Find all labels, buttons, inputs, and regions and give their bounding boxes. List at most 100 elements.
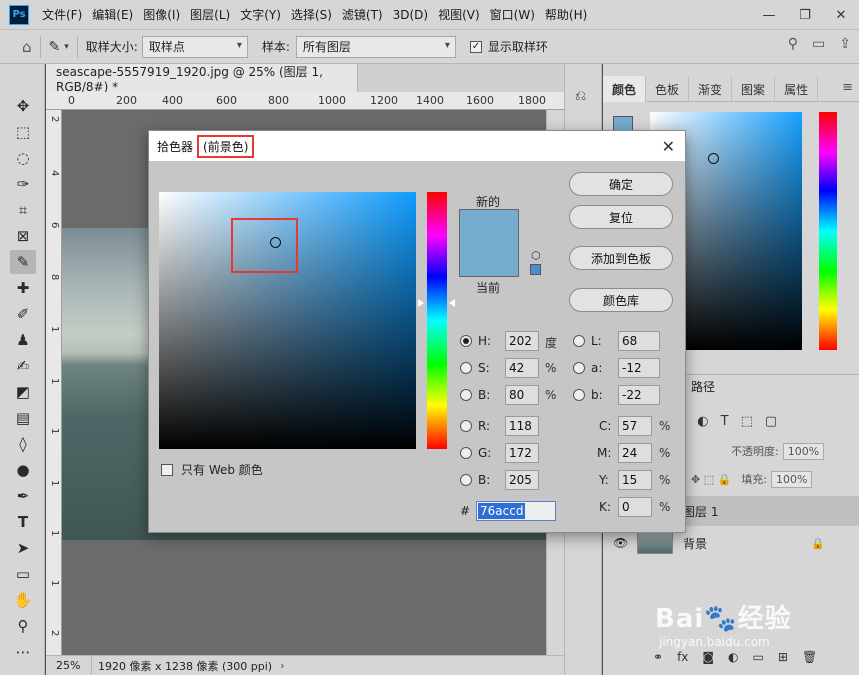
web-colors-checkbox[interactable] xyxy=(161,463,173,476)
gradient-tool-icon[interactable]: ▤ xyxy=(10,406,36,430)
workspace-icon[interactable]: ▭ xyxy=(812,36,825,52)
tab-patterns[interactable]: 图案 xyxy=(732,76,776,102)
restore-icon[interactable]: ❐ xyxy=(787,0,823,30)
type-tool-icon[interactable]: T xyxy=(10,510,36,534)
hue-radio[interactable] xyxy=(460,335,472,347)
trash-icon[interactable]: 🗑 xyxy=(802,650,817,664)
minimize-icon[interactable]: — xyxy=(751,0,787,30)
menu-image[interactable]: 图像(I) xyxy=(138,6,185,23)
zoom-tool-icon[interactable]: ⚲ xyxy=(10,614,36,638)
chevron-right-icon[interactable]: › xyxy=(280,659,284,672)
menu-type[interactable]: 文字(Y) xyxy=(235,6,286,23)
sample-size-select[interactable]: 取样点 ▾ xyxy=(141,35,248,58)
fill-value[interactable]: 100% xyxy=(771,470,813,488)
ok-button[interactable]: 确定 xyxy=(569,172,673,196)
path-select-tool-icon[interactable]: ➤ xyxy=(10,536,36,560)
yellow-input[interactable]: 15 xyxy=(618,470,652,490)
show-ring-checkbox[interactable]: ✓ xyxy=(469,40,482,53)
history-brush-icon[interactable]: ✍ xyxy=(10,354,36,378)
menu-layer[interactable]: 图层(L) xyxy=(185,6,235,23)
red-radio[interactable] xyxy=(460,420,472,432)
tab-swatches[interactable]: 色板 xyxy=(646,76,690,102)
fx-icon[interactable]: fx xyxy=(677,650,688,664)
menu-view[interactable]: 视图(V) xyxy=(433,6,485,23)
move-tool-icon[interactable]: ✥ xyxy=(10,94,36,118)
hex-input[interactable]: 76accd xyxy=(476,501,556,521)
green-input[interactable]: 172 xyxy=(505,443,539,463)
color-libraries-button[interactable]: 颜色库 xyxy=(569,288,673,312)
blur-tool-icon[interactable]: ◊ xyxy=(10,432,36,456)
dodge-tool-icon[interactable]: ● xyxy=(10,458,36,482)
brightness-input[interactable]: 80 xyxy=(505,385,539,405)
stamp-tool-icon[interactable]: ♟ xyxy=(10,328,36,352)
lab-b-input[interactable]: -22 xyxy=(618,385,660,405)
web-colors-option[interactable]: 只有 Web 颜色 xyxy=(161,461,263,478)
group-folder-icon[interactable]: ▭ xyxy=(753,650,764,664)
lab-a-radio[interactable] xyxy=(573,362,585,374)
magenta-input[interactable]: 24 xyxy=(618,443,652,463)
hue-slider-panel[interactable] xyxy=(819,112,837,350)
more-tools-icon[interactable]: ⋯ xyxy=(10,640,36,664)
menu-select[interactable]: 选择(S) xyxy=(286,6,337,23)
hue-input[interactable]: 202 xyxy=(505,331,539,351)
close-window-icon[interactable]: ✕ xyxy=(823,0,859,30)
tab-paths[interactable]: 路径 xyxy=(691,378,715,395)
lab-b-radio[interactable] xyxy=(573,389,585,401)
new-layer-icon[interactable]: ⊞ xyxy=(778,650,788,664)
eyedropper-tool-icon[interactable]: ✎ xyxy=(49,39,61,55)
lab-l-input[interactable]: 68 xyxy=(618,331,660,351)
cube-icon[interactable]: ⬡ xyxy=(531,249,541,262)
search-icon[interactable]: ⚲ xyxy=(788,36,798,52)
shape-filter-icon[interactable]: ⬚ xyxy=(741,414,753,429)
quick-select-tool-icon[interactable]: ✑ xyxy=(10,172,36,196)
adjustment-icon[interactable]: ◐ xyxy=(728,650,738,664)
black-input[interactable]: 0 xyxy=(618,497,652,517)
eyedropper-tool-icon[interactable]: ✎ xyxy=(10,250,36,274)
type-filter-icon[interactable]: T xyxy=(721,414,729,429)
green-radio[interactable] xyxy=(460,447,472,459)
lasso-tool-icon[interactable]: ◌ xyxy=(10,146,36,170)
hue-slider[interactable] xyxy=(427,192,447,449)
chevron-down-icon[interactable]: ▾ xyxy=(64,42,69,52)
reset-button[interactable]: 复位 xyxy=(569,205,673,229)
red-input[interactable]: 118 xyxy=(505,416,539,436)
saturation-radio[interactable] xyxy=(460,362,472,374)
home-icon[interactable]: ⌂ xyxy=(22,38,32,56)
cyan-input[interactable]: 57 xyxy=(618,416,652,436)
healing-brush-icon[interactable]: ✚ xyxy=(10,276,36,300)
hue-slider-handle-right[interactable] xyxy=(449,299,455,307)
menu-window[interactable]: 窗口(W) xyxy=(485,6,540,23)
menu-edit[interactable]: 编辑(E) xyxy=(87,6,138,23)
zoom-level[interactable]: 25% xyxy=(46,655,92,675)
brightness-radio[interactable] xyxy=(460,389,472,401)
rectangle-tool-icon[interactable]: ▭ xyxy=(10,562,36,586)
history-panel-icon[interactable]: ⎌ xyxy=(575,88,586,104)
hue-slider-handle-left[interactable] xyxy=(418,299,424,307)
eraser-tool-icon[interactable]: ◩ xyxy=(10,380,36,404)
lab-l-radio[interactable] xyxy=(573,335,585,347)
lab-a-input[interactable]: -12 xyxy=(618,358,660,378)
saturation-input[interactable]: 42 xyxy=(505,358,539,378)
close-icon[interactable]: ✕ xyxy=(662,137,675,156)
add-to-swatches-button[interactable]: 添加到色板 xyxy=(569,246,673,270)
mask-icon[interactable]: ◙ xyxy=(702,650,714,664)
blue-input[interactable]: 205 xyxy=(505,470,539,490)
smart-filter-icon[interactable]: ▢ xyxy=(765,414,777,429)
gamut-warning-swatch[interactable] xyxy=(530,264,541,275)
tab-gradients[interactable]: 渐变 xyxy=(689,76,733,102)
visibility-eye-icon[interactable]: 👁 xyxy=(613,536,628,550)
tab-color[interactable]: 颜色 xyxy=(603,76,647,102)
menu-help[interactable]: 帮助(H) xyxy=(540,6,592,23)
tab-properties[interactable]: 属性 xyxy=(775,76,819,102)
document-tab[interactable]: seascape-5557919_1920.jpg @ 25% (图层 1, R… xyxy=(46,64,358,94)
opacity-value[interactable]: 100% xyxy=(782,442,825,460)
frame-tool-icon[interactable]: ⊠ xyxy=(10,224,36,248)
pen-tool-icon[interactable]: ✒ xyxy=(10,484,36,508)
menu-filter[interactable]: 滤镜(T) xyxy=(337,6,388,23)
panel-menu-icon[interactable]: ≡ xyxy=(842,80,853,95)
marquee-tool-icon[interactable]: ⬚ xyxy=(10,120,36,144)
hand-tool-icon[interactable]: ✋ xyxy=(10,588,36,612)
adjust-filter-icon[interactable]: ◐ xyxy=(697,414,708,429)
blue-radio[interactable] xyxy=(460,474,472,486)
menu-3d[interactable]: 3D(D) xyxy=(388,8,433,22)
